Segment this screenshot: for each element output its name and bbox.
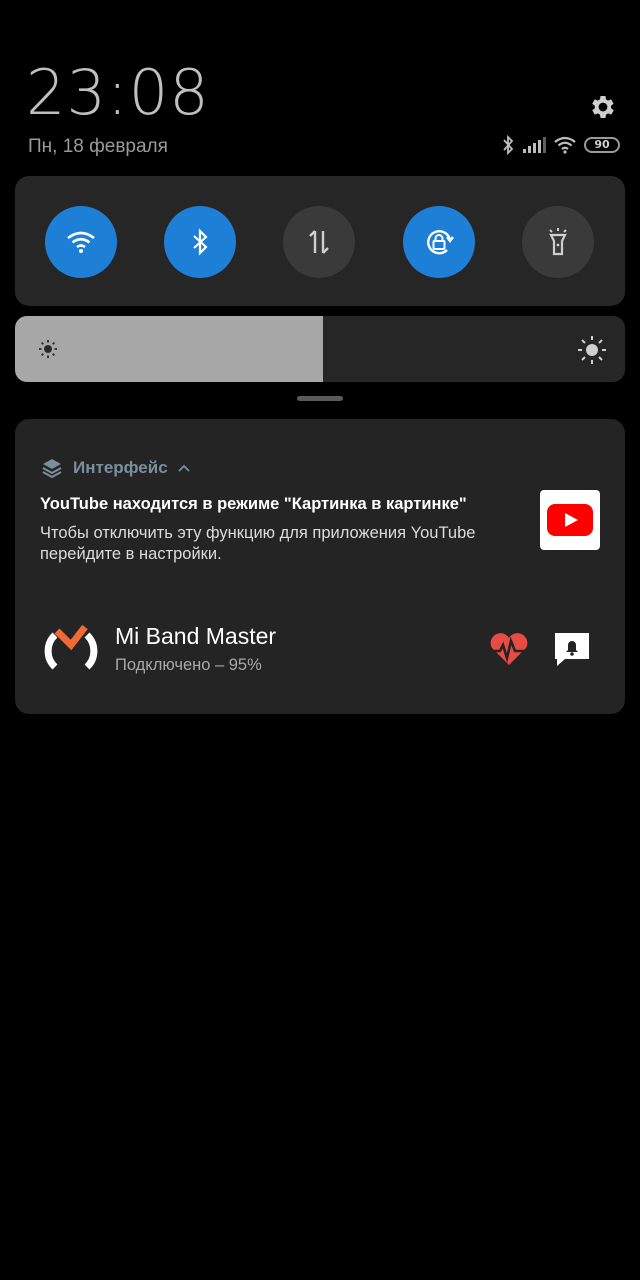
notification-text[interactable]: Чтобы отключить эту функцию для приложен…	[40, 523, 520, 565]
notification-app-header[interactable]: Интерфейс	[41, 457, 190, 479]
battery-icon: 90	[584, 137, 620, 153]
clock[interactable]: 23:08	[26, 56, 210, 129]
mi-band-subtitle[interactable]: Подключено – 95%	[115, 656, 262, 675]
wifi-icon	[554, 136, 576, 154]
rotation-lock-icon	[427, 230, 454, 255]
settings-gear-icon[interactable]	[588, 92, 618, 122]
notification-app-name: Интерфейс	[73, 458, 168, 477]
bluetooth-toggle[interactable]	[164, 206, 236, 278]
chevron-up-icon[interactable]	[178, 463, 190, 473]
brightness-fill	[15, 316, 324, 382]
bluetooth-icon	[503, 135, 514, 155]
notification-card: Интерфейс YouTube находится в режиме "Ка…	[15, 419, 625, 714]
date[interactable]: Пн, 18 февраля	[28, 136, 168, 158]
layers-icon	[42, 459, 62, 479]
notification-title[interactable]: YouTube находится в режиме "Картинка в к…	[40, 495, 510, 514]
data-arrows-icon	[309, 230, 329, 254]
bell-icon[interactable]	[553, 631, 591, 667]
youtube-icon	[547, 504, 593, 536]
brightness-slider[interactable]	[15, 316, 625, 382]
signal-icon	[523, 137, 546, 153]
heart-rate-icon[interactable]	[487, 631, 531, 667]
bluetooth-icon	[193, 228, 208, 256]
wifi-toggle[interactable]	[45, 206, 117, 278]
flashlight-toggle[interactable]	[522, 206, 594, 278]
rotation-lock-toggle[interactable]	[403, 206, 475, 278]
drag-handle[interactable]	[297, 396, 343, 401]
youtube-thumbnail[interactable]	[540, 490, 600, 550]
flashlight-icon	[549, 228, 567, 256]
brightness-low-icon	[39, 340, 57, 358]
brightness-high-icon	[578, 336, 606, 364]
wifi-icon	[67, 231, 95, 253]
quick-toggles-panel	[15, 176, 625, 306]
mi-band-title[interactable]: Mi Band Master	[115, 623, 276, 650]
mi-band-master-logo	[44, 624, 98, 670]
mobile-data-toggle[interactable]	[283, 206, 355, 278]
status-bar-icons: 90	[502, 134, 620, 156]
